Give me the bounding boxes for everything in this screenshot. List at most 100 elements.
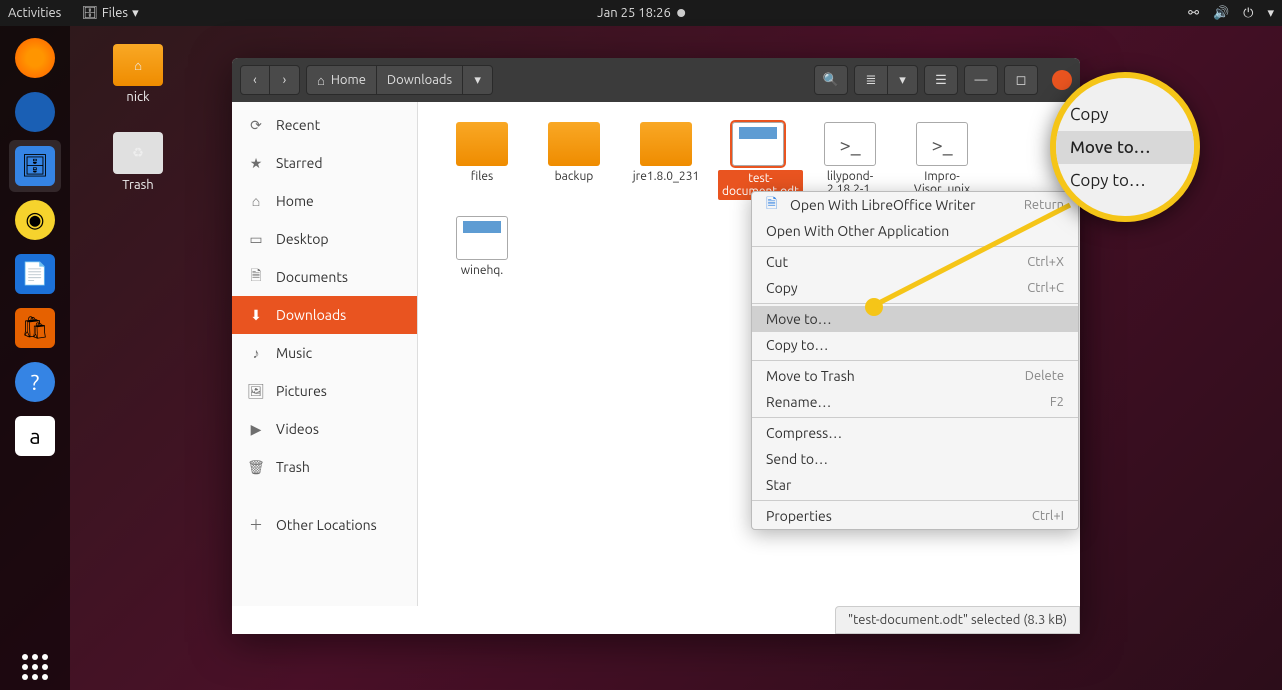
menu-item-label: Star	[766, 477, 791, 493]
dock-thunderbird[interactable]	[9, 86, 61, 138]
show-applications-button[interactable]	[22, 654, 48, 680]
dock-files[interactable]: 🗄	[9, 140, 61, 192]
menu-item-star[interactable]: Star	[752, 472, 1078, 498]
dock-help[interactable]: ?	[9, 356, 61, 408]
window-header: ‹ › ⌂Home Downloads ▾ 🔍 ≣ ▾ ☰ — ◻	[232, 58, 1080, 102]
file-item[interactable]: files	[438, 118, 526, 204]
activities-button[interactable]: Activities	[8, 6, 61, 20]
recent-icon: ⟳	[248, 117, 264, 133]
path-dropdown-button[interactable]: ▾	[463, 65, 493, 95]
starred-icon: ★	[248, 155, 264, 171]
menu-item-label: Properties	[766, 508, 832, 524]
menu-item-open-with-other-application[interactable]: Open With Other Application	[752, 218, 1078, 244]
dock-firefox[interactable]	[9, 32, 61, 84]
context-menu: 🗎Open With LibreOffice WriterReturnOpen …	[751, 191, 1079, 530]
clock[interactable]: Jan 25 18:26	[597, 6, 685, 20]
forward-button[interactable]: ›	[270, 65, 300, 95]
menu-item-compress[interactable]: Compress…	[752, 420, 1078, 446]
menu-item-label: Open With LibreOffice Writer	[790, 197, 975, 213]
app-menu[interactable]: 🗄 Files ▾	[81, 6, 138, 21]
dock-rhythmbox[interactable]: ◉	[9, 194, 61, 246]
sidebar-item-recent[interactable]: ⟳ Recent	[232, 106, 417, 144]
callout-move-to: Move to…	[1056, 131, 1194, 164]
sidebar-item-downloads[interactable]: ⬇Downloads	[232, 296, 417, 334]
menu-item-copy-to[interactable]: Copy to…	[752, 332, 1078, 358]
back-button[interactable]: ‹	[240, 65, 270, 95]
menu-item-label: Cut	[766, 254, 788, 270]
files-icon: 🗄	[15, 146, 55, 186]
files-panel-icon: 🗄	[81, 6, 98, 21]
menu-item-copy[interactable]: CopyCtrl+C	[752, 275, 1078, 301]
sidebar-item-label: Home	[276, 193, 314, 209]
menu-shortcut: Ctrl+I	[1032, 509, 1064, 523]
folder-icon: ⌂	[113, 44, 163, 86]
software-icon: 🛍	[15, 308, 55, 348]
menu-item-open-with-libreoffice-writer[interactable]: 🗎Open With LibreOffice WriterReturn	[752, 192, 1078, 218]
menu-shortcut: Ctrl+C	[1027, 281, 1064, 295]
menu-separator	[752, 360, 1078, 361]
sidebar-item-trash[interactable]: 🗑Trash	[232, 448, 417, 486]
menu-item-send-to[interactable]: Send to…	[752, 446, 1078, 472]
file-item[interactable]: backup	[530, 118, 618, 204]
dock-amazon[interactable]: a	[9, 410, 61, 462]
menu-shortcut: F2	[1050, 395, 1064, 409]
sidebar-item-videos[interactable]: ▶Videos	[232, 410, 417, 448]
minimize-button[interactable]: —	[964, 65, 998, 95]
menu-item-move-to[interactable]: Move to…	[752, 306, 1078, 332]
sidebar-item-desktop[interactable]: ▭Desktop	[232, 220, 417, 258]
menu-separator	[752, 417, 1078, 418]
thunderbird-icon	[15, 92, 55, 132]
view-dropdown-button[interactable]: ▾	[888, 65, 918, 95]
chevron-down-icon: ▾	[132, 6, 139, 21]
close-button[interactable]	[1052, 70, 1072, 90]
menu-item-rename[interactable]: Rename… F2	[752, 389, 1078, 415]
sidebar-item-other-locations[interactable]: ＋ Other Locations	[232, 506, 417, 544]
sidebar-item-label: Desktop	[276, 231, 329, 247]
folder-icon	[640, 122, 692, 166]
file-label: winehq.	[442, 264, 522, 277]
pictures-icon: 🖼	[248, 383, 264, 399]
network-icon[interactable]: ⚯	[1188, 6, 1199, 21]
file-label: jre1.8.0_231	[626, 170, 706, 183]
sidebar-item-documents[interactable]: 🗎 Documents	[232, 258, 417, 296]
path-downloads-button[interactable]: Downloads	[377, 65, 463, 95]
documents-icon: 🗎	[248, 269, 264, 285]
path-home-button[interactable]: ⌂Home	[306, 65, 377, 95]
dock-writer[interactable]: 📄	[9, 248, 61, 300]
sidebar-item-pictures[interactable]: 🖼Pictures	[232, 372, 417, 410]
hamburger-button[interactable]: ☰	[924, 65, 958, 95]
menu-item-cut[interactable]: CutCtrl+X	[752, 249, 1078, 275]
sidebar-item-home[interactable]: ⌂Home	[232, 182, 417, 220]
callout-copy: Copy	[1056, 98, 1194, 131]
amazon-icon: a	[15, 416, 55, 456]
sidebar-item-starred[interactable]: ★Starred	[232, 144, 417, 182]
file-label: backup	[534, 170, 614, 183]
sidebar-item-music[interactable]: ♪Music	[232, 334, 417, 372]
doc-icon	[732, 122, 784, 166]
videos-icon: ▶	[248, 421, 264, 437]
sidebar-item-label: Other Locations	[276, 517, 377, 533]
other-locations-icon: ＋	[248, 517, 264, 533]
list-view-button[interactable]: ≣	[854, 65, 888, 95]
menu-item-properties[interactable]: Properties Ctrl+I	[752, 503, 1078, 529]
search-button[interactable]: 🔍	[814, 65, 848, 95]
home-icon: ⌂	[317, 73, 325, 88]
desktop-trash[interactable]: ♻ Trash	[98, 132, 178, 192]
file-item[interactable]: winehq.	[438, 212, 526, 281]
volume-icon[interactable]: 🔊	[1213, 6, 1229, 21]
menu-item-move-to-trash[interactable]: Move to TrashDelete	[752, 363, 1078, 389]
dock-software[interactable]: 🛍	[9, 302, 61, 354]
sidebar: ⟳ Recent ★Starred⌂Home▭Desktop 🗎 Documents ⬇D…	[232, 102, 418, 606]
firefox-icon	[15, 38, 55, 78]
menu-separator	[752, 246, 1078, 247]
file-item[interactable]: jre1.8.0_231	[622, 118, 710, 204]
desktop-home-folder[interactable]: ⌂ nick	[98, 44, 178, 104]
power-icon[interactable]: ⏻	[1243, 6, 1253, 21]
sidebar-item-label: Documents	[276, 269, 348, 285]
sidebar-item-label: Recent	[276, 117, 320, 133]
menu-item-label: Copy to…	[766, 337, 828, 353]
chevron-down-icon[interactable]: ▾	[1267, 6, 1274, 21]
menu-item-label: Rename…	[766, 394, 831, 410]
sidebar-item-label: Trash	[276, 459, 310, 475]
maximize-button[interactable]: ◻	[1004, 65, 1038, 95]
